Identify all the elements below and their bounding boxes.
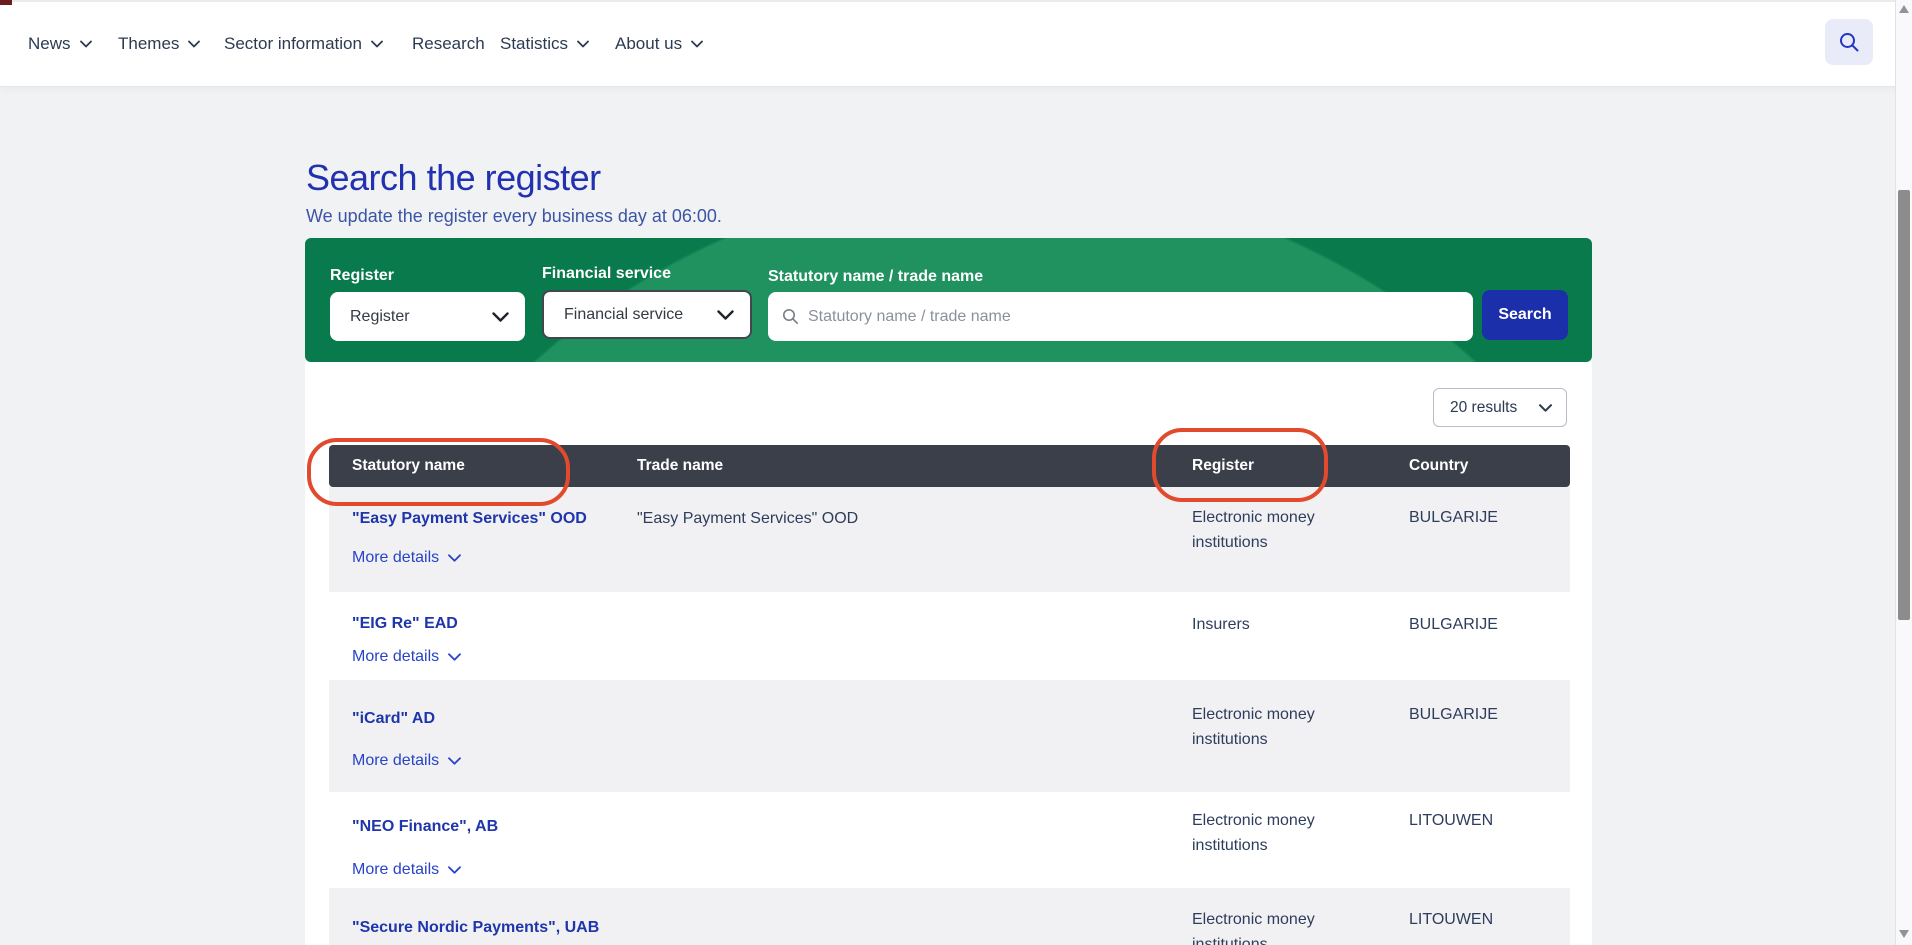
chevron-down-icon [448, 554, 461, 562]
chevron-down-icon [492, 312, 509, 322]
nav-item-label: Themes [118, 34, 179, 54]
search-submit-button[interactable]: Search [1482, 290, 1568, 340]
country-cell: LITOUWEN [1409, 808, 1559, 833]
nav-item-sector-information[interactable]: Sector information [224, 2, 383, 86]
nav-item-themes[interactable]: Themes [118, 2, 200, 86]
register-select[interactable]: Register [330, 292, 525, 341]
vertical-scrollbar[interactable] [1895, 0, 1912, 945]
nav-item-label: Sector information [224, 34, 362, 54]
nav-item-label: About us [615, 34, 682, 54]
scroll-down-arrow[interactable] [1899, 930, 1909, 938]
search-icon [1838, 31, 1860, 53]
table-row: "NEO Finance", AB More details Electroni… [329, 792, 1570, 888]
register-cell: Electronic money institutions [1192, 505, 1387, 555]
register-cell: Electronic money institutions [1192, 702, 1387, 752]
chevron-down-icon [717, 310, 734, 320]
country-cell: BULGARIJE [1409, 505, 1559, 530]
scrollbar-thumb[interactable] [1898, 190, 1910, 620]
nav-item-statistics[interactable]: Statistics [500, 2, 589, 86]
results-count-select[interactable]: 20 results [1433, 388, 1567, 427]
nav-item-research[interactable]: Research [412, 2, 485, 86]
country-cell: LITOUWEN [1409, 907, 1559, 932]
table-header-trade-name: Trade name [637, 445, 723, 487]
filter-panel: Register Financial service Statutory nam… [305, 238, 1592, 362]
nav-item-label: Statistics [500, 34, 568, 54]
financial-service-filter-label: Financial service [542, 265, 671, 283]
top-navigation: News Themes Sector information Research … [0, 2, 1912, 86]
table-row: "EIG Re" EAD More details Insurers BULGA… [329, 592, 1570, 680]
financial-service-select[interactable]: Financial service [542, 290, 752, 339]
register-cell: Electronic money institutions [1192, 808, 1387, 858]
more-details-link[interactable]: More details [352, 648, 461, 666]
statutory-name-link[interactable]: "iCard" AD [352, 708, 632, 729]
nav-item-about-us[interactable]: About us [615, 2, 703, 86]
register-cell: Insurers [1192, 612, 1387, 637]
search-icon [782, 308, 799, 330]
chevron-down-icon [577, 40, 589, 48]
register-cell: Electronic money institutions [1192, 907, 1387, 945]
chevron-down-icon [448, 653, 461, 661]
table-header-country: Country [1409, 445, 1468, 487]
statutory-name-link[interactable]: "Secure Nordic Payments", UAB [352, 917, 632, 938]
statutory-trade-name-input[interactable] [768, 292, 1473, 341]
page-title: Search the register [306, 156, 601, 200]
table-row: "Secure Nordic Payments", UAB More detai… [329, 888, 1570, 945]
table-row: "iCard" AD More details Electronic money… [329, 680, 1570, 792]
annotation-oval-register-header [1152, 428, 1328, 502]
more-details-link[interactable]: More details [352, 549, 461, 567]
page-subtitle: We update the register every business da… [306, 204, 722, 228]
nav-item-label: Research [412, 34, 485, 54]
results-table: Statutory name Trade name Register Count… [329, 445, 1570, 945]
trade-name-cell: "Easy Payment Services" OOD [637, 506, 1137, 531]
chevron-down-icon [448, 866, 461, 874]
nav-item-news[interactable]: News [28, 2, 92, 86]
annotation-oval-statutory-name-header [307, 438, 570, 506]
search-toggle-button[interactable] [1825, 19, 1873, 65]
scroll-up-arrow[interactable] [1899, 5, 1909, 13]
chevron-down-icon [448, 757, 461, 765]
more-details-link[interactable]: More details [352, 861, 461, 879]
chevron-down-icon [371, 40, 383, 48]
register-search-page: News Themes Sector information Research … [0, 0, 1912, 945]
chevron-down-icon [1539, 404, 1552, 412]
nav-item-label: News [28, 34, 71, 54]
country-cell: BULGARIJE [1409, 702, 1559, 727]
register-select-value: Register [350, 308, 410, 326]
country-cell: BULGARIJE [1409, 612, 1559, 637]
name-search-label: Statutory name / trade name [768, 268, 983, 286]
chevron-down-icon [691, 40, 703, 48]
statutory-name-link[interactable]: "NEO Finance", AB [352, 816, 632, 837]
more-details-link[interactable]: More details [352, 752, 461, 770]
register-filter-label: Register [330, 267, 394, 285]
results-count-value: 20 results [1450, 399, 1517, 417]
financial-service-select-value: Financial service [564, 306, 683, 324]
chevron-down-icon [188, 40, 200, 48]
chevron-down-icon [80, 40, 92, 48]
screenshot-corner-artifact [0, 0, 12, 5]
statutory-name-link[interactable]: "EIG Re" EAD [352, 613, 632, 634]
statutory-name-link[interactable]: "Easy Payment Services" OOD [352, 508, 632, 529]
